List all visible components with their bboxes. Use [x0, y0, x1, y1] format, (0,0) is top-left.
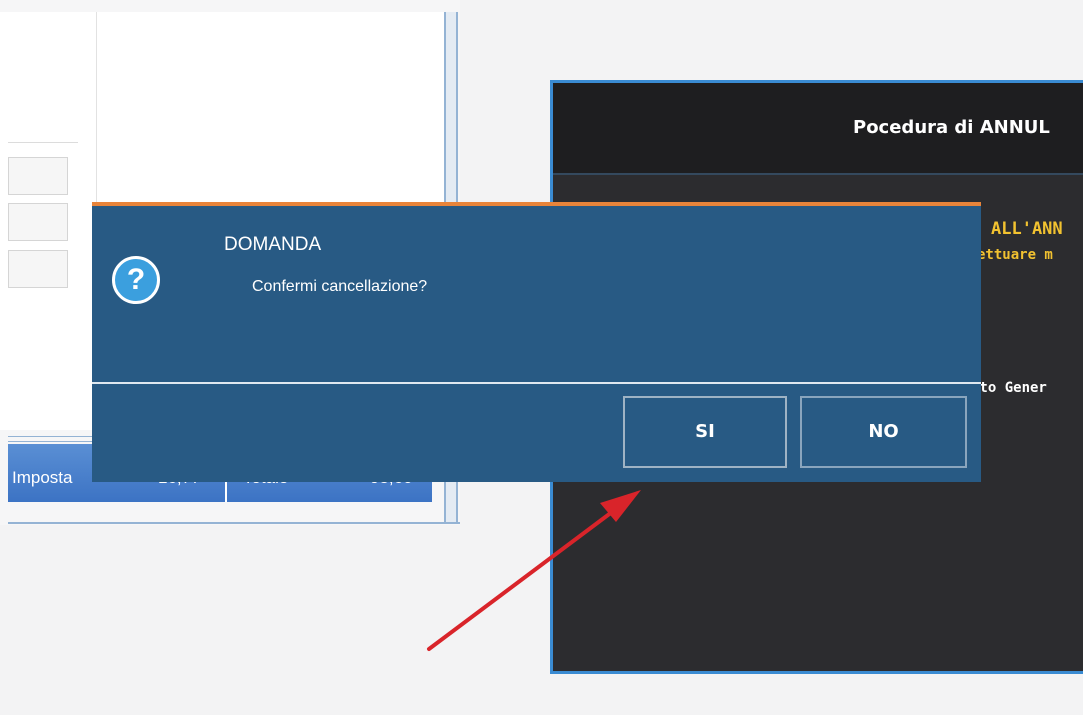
no-button[interactable]: NO	[800, 396, 967, 468]
dialog-title: DOMANDA	[224, 234, 322, 255]
field-label: nto Gener	[971, 380, 1047, 396]
divider	[8, 522, 460, 524]
warning-subtext: ettuare m	[977, 247, 1053, 263]
confirmation-dialog: ? DOMANDA Confermi cancellazione? SI NO	[92, 202, 981, 482]
dialog-divider	[92, 382, 981, 384]
form-field[interactable]	[8, 250, 68, 288]
tax-label: Imposta	[12, 468, 73, 487]
yes-button[interactable]: SI	[623, 396, 787, 468]
window-title-bar: Pocedura di ANNUL	[553, 83, 1083, 175]
form-field[interactable]	[8, 157, 68, 195]
dialog-message: Confermi cancellazione?	[252, 278, 428, 295]
warning-heading: ALL'ANN	[991, 219, 1063, 239]
divider	[8, 142, 78, 143]
form-field[interactable]	[8, 203, 68, 241]
question-icon: ?	[112, 256, 160, 304]
window-title: Pocedura di ANNUL	[853, 117, 1050, 138]
divider	[96, 12, 97, 212]
